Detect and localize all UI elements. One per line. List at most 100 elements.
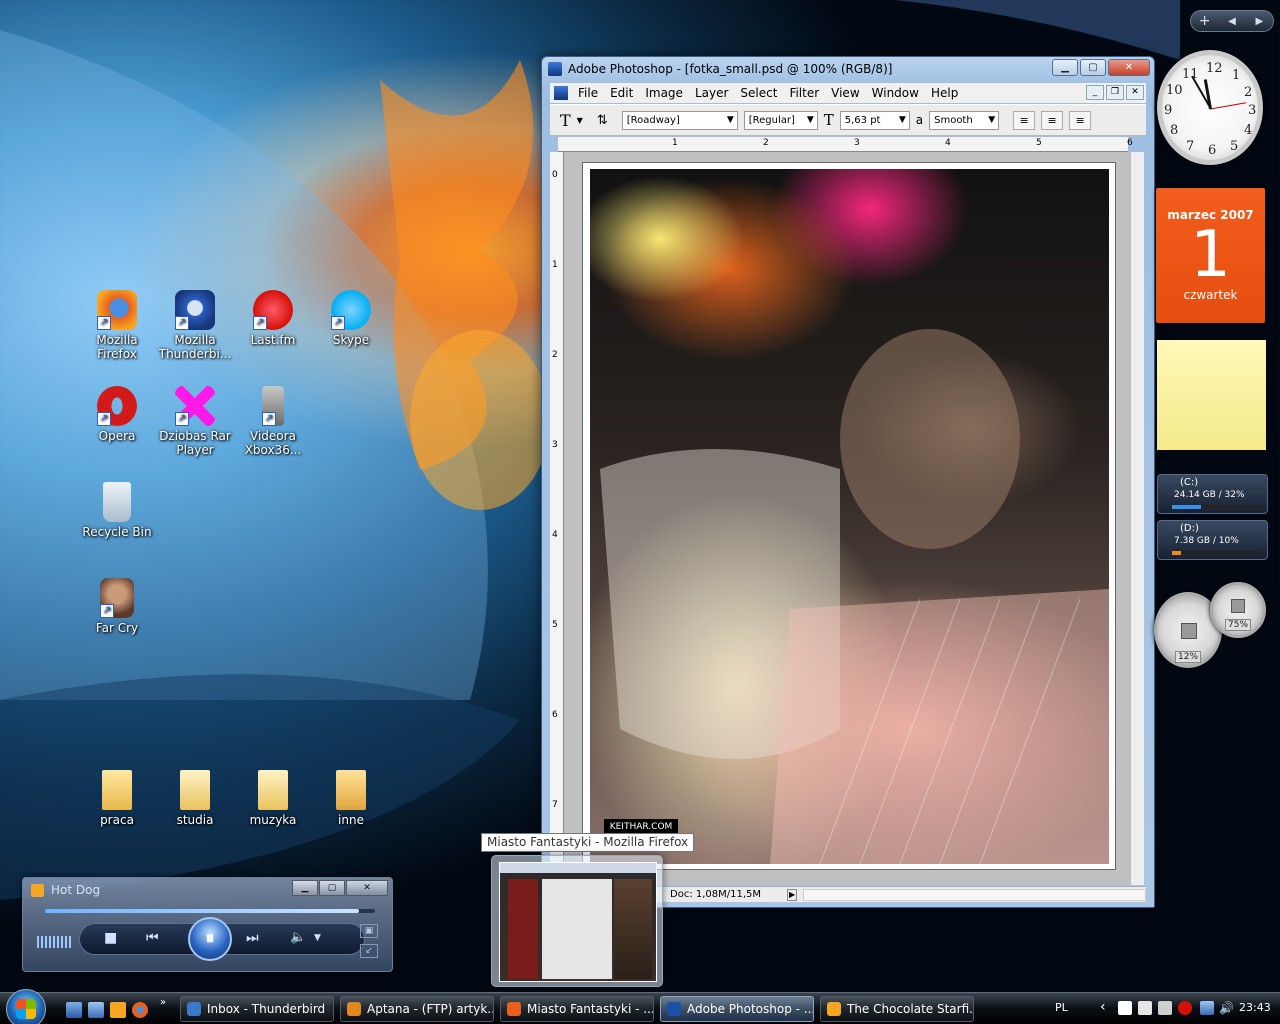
taskbar-thumbnail-preview[interactable] [491,855,663,987]
switch-to-mini-mode-icon[interactable]: ↙ [360,944,378,958]
player-minimize-button[interactable]: ▁ [292,880,318,896]
canvas-area[interactable] [564,152,1142,885]
switch-windows-icon[interactable] [88,1002,104,1018]
volume-icon[interactable]: 🔊 [1219,1001,1234,1015]
language-indicator[interactable]: PL [1055,1001,1068,1014]
desktop-icon-far-cry[interactable]: ↗ Far Cry [78,578,156,635]
ram-meter-gauge[interactable]: 75% [1210,582,1266,638]
align-left-button[interactable]: ≡ [1013,110,1036,130]
desktop-folder-studia[interactable]: studia [156,770,234,827]
maximize-button[interactable]: ▢ [1080,59,1106,76]
type-tool-icon[interactable]: T [560,111,571,130]
desktop-icon-dziobas-rar-player[interactable]: ↗ Dziobas Rar Player [156,386,234,457]
firefox-icon: ↗ [97,290,137,330]
tray-app-icon[interactable] [1178,1001,1192,1015]
chevron-down-icon: ▼ [988,114,996,125]
align-center-button[interactable]: ≡ [1041,110,1064,130]
notes-gadget[interactable] [1157,340,1266,450]
tool-preset-chevron-icon[interactable]: ▼ [577,116,583,125]
task-photoshop[interactable]: Adobe Photoshop - ... [660,996,814,1022]
menu-file[interactable]: File [572,86,604,100]
document-canvas[interactable] [582,162,1116,870]
next-button[interactable]: ⏭ [246,930,259,946]
desktop-icon-opera[interactable]: ↗ Opera [78,386,156,443]
font-size-select[interactable]: 5,63 pt ▼ [839,110,910,130]
tray-app-icon[interactable] [1158,1001,1172,1015]
chevron-down-icon: ▼ [726,114,734,125]
network-icon[interactable] [1200,1001,1214,1015]
minimize-button[interactable]: ▁ [1052,59,1078,76]
antialias-select[interactable]: Smooth ▼ [929,110,1000,130]
calendar-gadget[interactable]: marzec 2007 1 czwartek [1156,188,1265,323]
doc-close-button[interactable]: ✕ [1126,85,1144,100]
drive-usage: 7.38 GB / 10% [1174,536,1239,546]
menu-view[interactable]: View [825,86,865,100]
horizontal-scrollbar[interactable] [803,888,1146,901]
desktop-folder-muzyka[interactable]: muzyka [234,770,312,827]
menu-image[interactable]: Image [639,86,689,100]
font-family-select[interactable]: [Roadway] ▼ [621,110,738,130]
folder-icon [102,770,132,810]
stop-button[interactable]: ■ [104,930,117,946]
desktop-icon-recycle-bin[interactable]: Recycle Bin [78,482,156,539]
media-player-quicklaunch-icon[interactable] [110,1002,126,1018]
doc-restore-button[interactable]: ❐ [1106,85,1124,100]
quicklaunch-more-icon[interactable]: » [160,997,166,1008]
drive-meter-d[interactable]: (D:) 7.38 GB / 10% [1157,520,1268,560]
task-media-player[interactable]: The Chocolate Starfi... [820,996,974,1022]
player-close-button[interactable]: ✕ [346,880,388,896]
media-player-window[interactable]: Hot Dog ▁ ▢ ✕ ■ ⏮ ⏸ ⏭ 🔈 ▼ ▣ ↙ [22,877,393,972]
add-gadget-button[interactable]: + [1191,13,1218,29]
desktop-icon-thunderbird[interactable]: ↗ Mozilla Thunderbi... [156,290,234,361]
firefox-quicklaunch-icon[interactable] [132,1002,148,1018]
task-firefox[interactable]: Miasto Fantastyki - ... [500,996,654,1022]
photoshop-window[interactable]: Adobe Photoshop - [fotka_small.psd @ 100… [541,56,1155,908]
previous-button[interactable]: ⏮ [146,930,159,946]
windows-logo-icon [16,999,36,1019]
show-hidden-icons-icon[interactable]: ‹ [1100,999,1106,1015]
tray-app-icon[interactable] [1118,1001,1132,1015]
clock-gadget[interactable]: 12 1 2 3 4 5 6 7 8 9 10 11 [1155,50,1265,170]
tray-app-icon[interactable] [1138,1001,1152,1015]
task-aptana[interactable]: Aptana - (FTP) artyk... [340,996,494,1022]
desktop-folder-inne[interactable]: inne [312,770,390,827]
drive-label: (D:) [1180,523,1199,534]
desktop-icon-firefox[interactable]: ↗ Mozilla Firefox [78,290,156,361]
menu-help[interactable]: Help [925,86,964,100]
desktop-icon-videora[interactable]: ↗ Videora Xbox36... [234,386,312,457]
player-maximize-button[interactable]: ▢ [319,880,345,896]
menu-layer[interactable]: Layer [689,86,734,100]
task-thunderbird[interactable]: Inbox - Thunderbird [180,996,334,1022]
align-right-button[interactable]: ≡ [1069,110,1092,130]
menu-filter[interactable]: Filter [783,86,825,100]
volume-button[interactable]: 🔈 [290,930,306,945]
font-style-select[interactable]: [Regular] ▼ [743,110,818,130]
shortcut-arrow-icon: ↗ [97,316,111,330]
desktop-icon-skype[interactable]: ↗ Skype [312,290,390,347]
doc-minimize-button[interactable]: _ [1086,85,1104,100]
desktop-icon-lastfm[interactable]: ↗ Last.fm [234,290,312,347]
close-button[interactable]: ✕ [1108,59,1150,76]
text-orientation-icon[interactable]: ⇅ [597,113,608,128]
taskbar-clock[interactable]: 23:43 [1239,1001,1271,1014]
menu-select[interactable]: Select [734,86,783,100]
pause-button[interactable]: ⏸ [188,917,232,961]
photoshop-titlebar[interactable]: Adobe Photoshop - [fotka_small.psd @ 100… [542,57,1154,81]
show-desktop-icon[interactable] [66,1002,82,1018]
antialias-icon: a [915,113,924,127]
menu-edit[interactable]: Edit [604,86,639,100]
switch-to-library-icon[interactable]: ▣ [360,924,378,938]
shortcut-arrow-icon: ↗ [331,316,345,330]
cpu-chip-icon [1181,623,1197,639]
desktop-folder-praca[interactable]: praca [78,770,156,827]
menu-window[interactable]: Window [866,86,925,100]
next-gadgets-button[interactable]: ▶ [1246,16,1273,27]
seek-bar[interactable] [45,909,375,913]
status-menu-arrow-icon[interactable]: ▶ [787,888,798,901]
start-button[interactable] [6,989,46,1024]
volume-chevron-down-icon[interactable]: ▼ [314,933,321,943]
drive-usage-bar [1172,551,1262,555]
previous-gadgets-button[interactable]: ◀ [1218,16,1245,27]
vertical-scrollbar[interactable] [1130,152,1144,885]
drive-meter-c[interactable]: (C:) 24.14 GB / 32% [1157,474,1268,514]
